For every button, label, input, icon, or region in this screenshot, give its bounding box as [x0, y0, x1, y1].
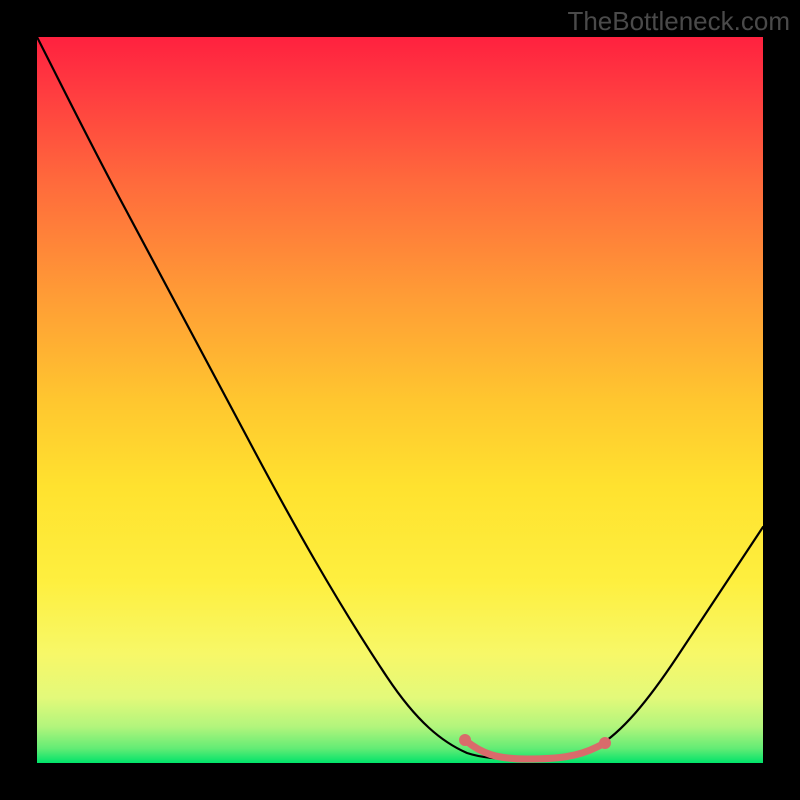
watermark-text: TheBottleneck.com	[567, 6, 790, 37]
gradient-background	[37, 37, 763, 763]
plot-area	[37, 37, 763, 763]
chart-frame: TheBottleneck.com	[0, 0, 800, 800]
optimal-end-dot	[599, 737, 611, 749]
chart-svg	[37, 37, 763, 763]
